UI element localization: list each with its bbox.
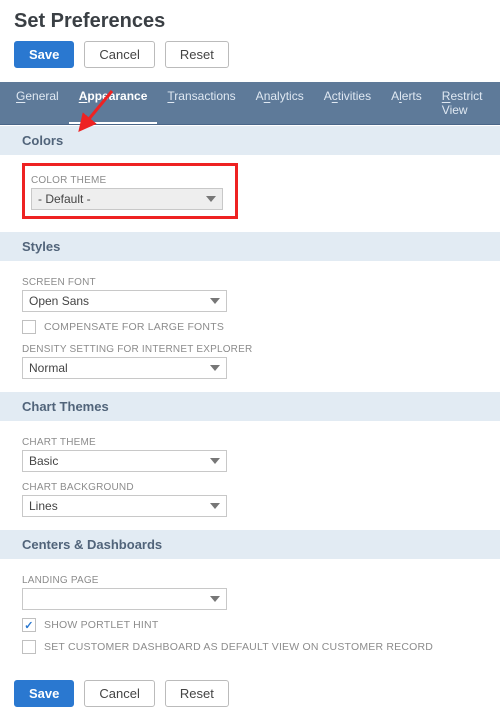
chart-theme-select[interactable]: Basic: [22, 450, 227, 472]
set-customer-dashboard-row[interactable]: SET CUSTOMER DASHBOARD AS DEFAULT VIEW O…: [22, 640, 478, 654]
reset-button[interactable]: Reset: [165, 41, 229, 68]
section-chart-themes-body: CHART THEME Basic CHART BACKGROUND Lines: [0, 421, 500, 529]
chart-bg-select[interactable]: Lines: [22, 495, 227, 517]
tab-transactions[interactable]: Transactions: [157, 82, 245, 124]
set-customer-dashboard-label: SET CUSTOMER DASHBOARD AS DEFAULT VIEW O…: [44, 641, 433, 653]
section-colors-header: Colors: [0, 126, 500, 155]
tab-general[interactable]: General: [6, 82, 69, 124]
landing-page-select[interactable]: [22, 588, 227, 610]
checkbox-unchecked-icon: [22, 320, 36, 334]
page-title: Set Preferences: [14, 10, 486, 33]
color-theme-label: COLOR THEME: [31, 175, 227, 186]
reset-button-bottom[interactable]: Reset: [165, 680, 229, 707]
bottom-button-row: Save Cancel Reset: [0, 670, 500, 717]
density-label: DENSITY SETTING FOR INTERNET EXPLORER: [22, 344, 478, 355]
color-theme-select[interactable]: - Default -: [31, 188, 223, 210]
chevron-down-icon: [206, 196, 216, 202]
chart-bg-value: Lines: [29, 499, 58, 513]
top-button-row: Save Cancel Reset: [14, 41, 486, 76]
show-portlet-hint-label: SHOW PORTLET HINT: [44, 619, 158, 631]
show-portlet-hint-row[interactable]: ✓ SHOW PORTLET HINT: [22, 618, 478, 632]
screen-font-label: SCREEN FONT: [22, 277, 478, 288]
chevron-down-icon: [210, 503, 220, 509]
chevron-down-icon: [210, 458, 220, 464]
section-colors-body: COLOR THEME - Default -: [0, 155, 500, 231]
chart-theme-label: CHART THEME: [22, 437, 478, 448]
checkbox-unchecked-icon: [22, 640, 36, 654]
checkbox-checked-icon: ✓: [22, 618, 36, 632]
section-centers-header: Centers & Dashboards: [0, 530, 500, 559]
highlight-color-theme: COLOR THEME - Default -: [22, 163, 238, 219]
screen-font-select[interactable]: Open Sans: [22, 290, 227, 312]
chevron-down-icon: [210, 365, 220, 371]
tab-activities[interactable]: Activities: [314, 82, 381, 124]
cancel-button-bottom[interactable]: Cancel: [84, 680, 154, 707]
tab-bar: General Appearance Transactions Analytic…: [0, 82, 500, 125]
section-chart-themes-header: Chart Themes: [0, 392, 500, 421]
save-button[interactable]: Save: [14, 41, 74, 68]
compensate-large-fonts-row[interactable]: COMPENSATE FOR LARGE FONTS: [22, 320, 478, 334]
cancel-button[interactable]: Cancel: [84, 41, 154, 68]
chevron-down-icon: [210, 596, 220, 602]
section-centers-body: LANDING PAGE ✓ SHOW PORTLET HINT SET CUS…: [0, 559, 500, 666]
tab-analytics[interactable]: Analytics: [246, 82, 314, 124]
chart-bg-label: CHART BACKGROUND: [22, 482, 478, 493]
density-select[interactable]: Normal: [22, 357, 227, 379]
chevron-down-icon: [210, 298, 220, 304]
section-styles-header: Styles: [0, 232, 500, 261]
tab-restrict-view[interactable]: Restrict View: [432, 82, 494, 124]
appearance-panel: Colors COLOR THEME - Default - Styles SC…: [0, 126, 500, 670]
color-theme-value: - Default -: [38, 192, 91, 206]
tab-alerts[interactable]: Alerts: [381, 82, 432, 124]
tab-appearance[interactable]: Appearance: [69, 82, 158, 124]
density-value: Normal: [29, 361, 68, 375]
page-header: Set Preferences Save Cancel Reset: [0, 0, 500, 82]
compensate-large-fonts-label: COMPENSATE FOR LARGE FONTS: [44, 321, 224, 333]
save-button-bottom[interactable]: Save: [14, 680, 74, 707]
screen-font-value: Open Sans: [29, 294, 89, 308]
section-styles-body: SCREEN FONT Open Sans COMPENSATE FOR LAR…: [0, 261, 500, 391]
landing-page-label: LANDING PAGE: [22, 575, 478, 586]
chart-theme-value: Basic: [29, 454, 58, 468]
